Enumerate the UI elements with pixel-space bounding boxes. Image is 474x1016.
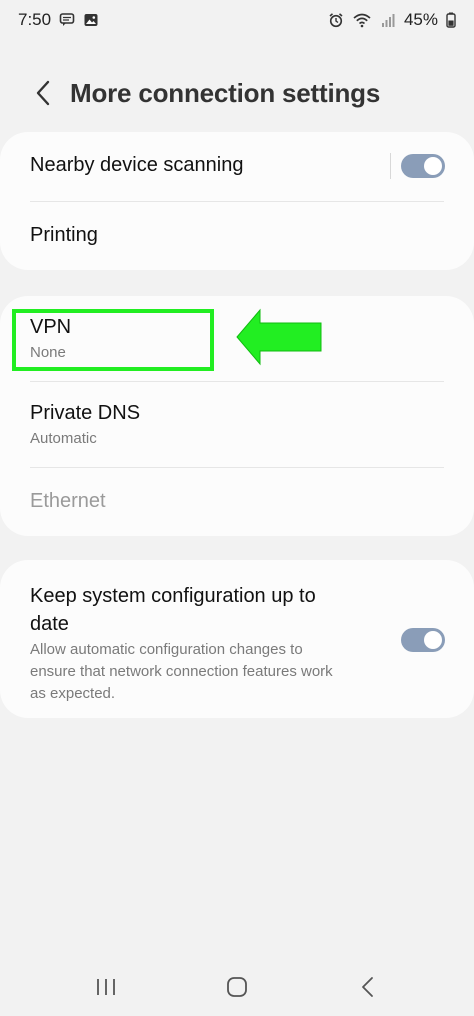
toggle-knob [424,631,442,649]
gallery-icon [83,12,99,28]
page-title: More connection settings [70,77,381,108]
chevron-left-icon [36,80,50,106]
row-separator [390,153,391,179]
keep-config-title-line2: date [30,613,69,635]
printing-label: Printing [30,224,98,246]
private-dns-label: Private DNS [30,402,141,424]
navigation-bar [0,962,474,1012]
nearby-scanning-toggle[interactable] [401,154,445,178]
nav-back-button[interactable] [338,965,398,1009]
recents-button[interactable] [76,965,136,1009]
settings-card-3: Keep system configuration up to date All… [0,560,474,718]
vpn-value: None [30,344,66,361]
screen: 7:50 45% More connection settings Nearby… [0,0,474,1016]
keep-config-toggle[interactable] [401,628,445,652]
keep-config-desc-line2: ensure that network connection features … [30,663,333,680]
app-header: More connection settings [0,70,474,116]
green-arrow-icon [236,308,322,366]
settings-card-1: Nearby device scanning Printing [0,132,474,270]
battery-percent: 45% [403,10,438,29]
status-bar: 7:50 45% [0,0,474,40]
toggle-knob [424,157,442,175]
home-icon [227,977,247,997]
private-dns-value: Automatic [30,430,97,447]
keep-config-desc-line1: Allow automatic configuration changes to [30,641,303,658]
wifi-icon [352,12,372,28]
back-button[interactable] [20,70,68,116]
keep-config-updated-row[interactable]: Keep system configuration up to date All… [0,560,474,718]
ethernet-label: Ethernet [30,490,106,512]
signal-icon [380,12,396,28]
home-button[interactable] [207,965,267,1009]
alarm-icon [328,12,344,28]
status-time: 7:50 [18,10,52,29]
status-left: 7:50 [18,10,99,30]
keep-config-title-line1: Keep system configuration up to [30,585,316,607]
back-icon [362,977,374,997]
private-dns-row[interactable]: Private DNS Automatic [0,382,474,467]
recents-icon [96,979,115,995]
ethernet-row: Ethernet [0,468,474,536]
nearby-device-scanning-row[interactable]: Nearby device scanning [0,132,474,201]
status-right: 45% [328,10,456,30]
nearby-device-scanning-label: Nearby device scanning [30,154,244,176]
message-icon [59,12,75,28]
battery-icon [446,12,456,28]
printing-row[interactable]: Printing [0,202,474,270]
vpn-label: VPN [30,316,72,338]
keep-config-desc-line3: as expected. [30,685,116,702]
